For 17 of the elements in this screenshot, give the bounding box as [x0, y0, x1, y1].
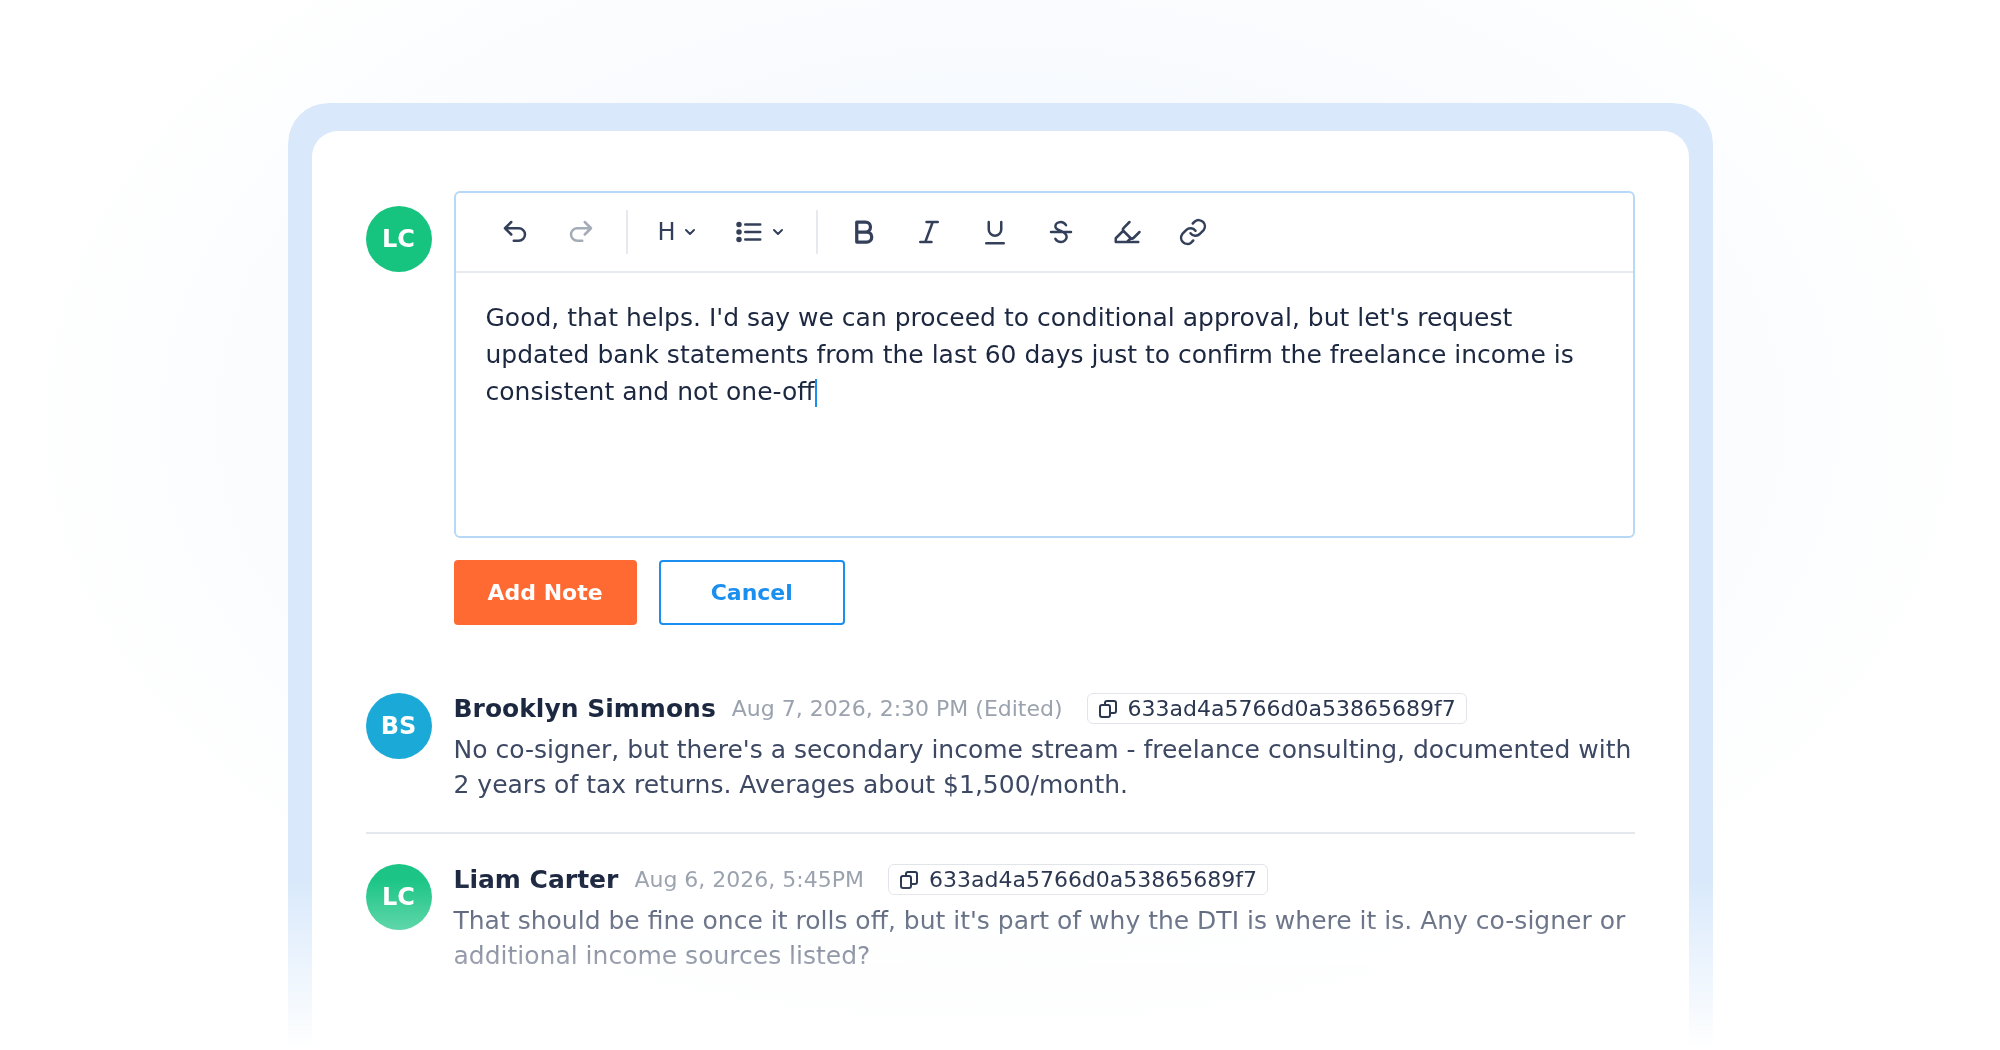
avatar: BS	[365, 693, 432, 759]
comment-text: That should be fine once it rolls off, but it's part of why the DTI is where it is. Any co-signer or additional income sources listed?	[453, 905, 1627, 972]
copy-id-chip[interactable]: 633ad4a5766d0a53865689f7	[1086, 693, 1467, 724]
note-editor[interactable]: H Good, that helps. I'd say we can proceed to conditional approval, but let's request updated bank statements from the last 60 days just to confirm the freelance income is consistent and not one-off	[453, 191, 1635, 538]
author-name: Liam Carter	[453, 865, 619, 894]
avatar: LC	[365, 864, 432, 930]
timestamp: Aug 7, 2026, 2:30 PM (Edited)	[731, 696, 1063, 721]
copy-id-chip[interactable]: 633ad4a5766d0a53865689f7	[887, 864, 1269, 895]
timestamp: Aug 6, 2026, 5:45PM	[634, 867, 864, 892]
copy-icon	[1097, 698, 1118, 719]
author-name: Brooklyn Simmons	[453, 694, 716, 723]
note-text: Good, that helps. I'd say we can proceed to conditional approval, but let's request updated bank statements from the last 60 days just to confirm the freelance income is consistent and not one-off	[485, 302, 1575, 409]
avatar: LC	[365, 206, 432, 272]
copy-icon	[898, 869, 919, 890]
comment-text: No co-signer, but there's a secondary income stream - freelance consulting, documented with 2 years of tax returns. Averages about $1,500/month.	[453, 734, 1633, 801]
heading-dropdown[interactable]: H	[653, 214, 702, 250]
link-icon	[1177, 217, 1208, 247]
